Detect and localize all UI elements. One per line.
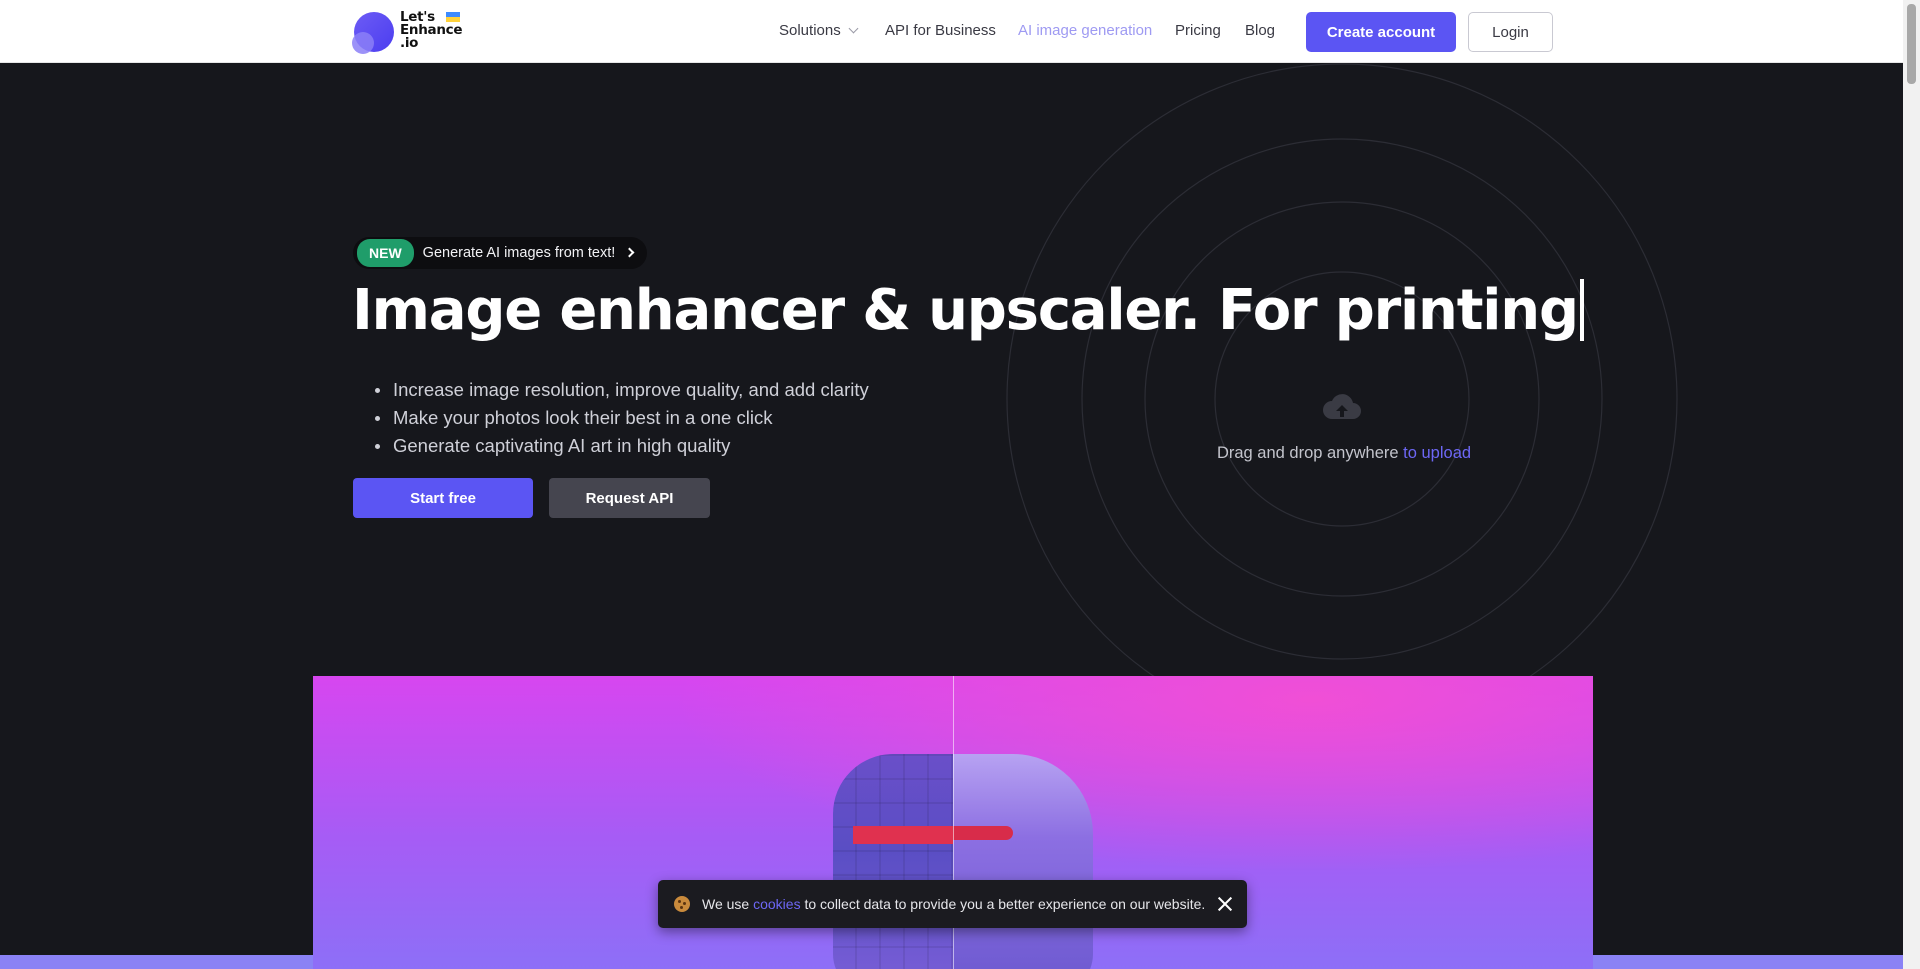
text-cursor [1579,279,1584,341]
new-label: NEW [357,239,414,267]
feature-item: Generate captivating AI art in high qual… [372,432,869,460]
nav-ai-image-generation[interactable]: AI image generation [1018,22,1152,39]
cookies-link[interactable]: cookies [753,896,800,912]
badge-text: Generate AI images from text! [422,245,616,261]
cloud-upload-icon[interactable] [1322,393,1362,421]
logo[interactable]: Let's Enhance .io [352,10,472,54]
pixelated-glasses [853,826,953,844]
start-free-button[interactable]: Start free [353,478,533,518]
drag-drop-upload-text[interactable]: Drag and drop anywhere to upload [1210,444,1478,463]
chevron-right-icon [624,247,635,258]
chevron-down-icon [848,23,859,34]
cookie-banner: We use cookies to collect data to provid… [658,880,1247,928]
scrollbar-thumb[interactable] [1907,4,1916,84]
request-api-button[interactable]: Request API [549,478,710,518]
create-account-button[interactable]: Create account [1306,12,1456,52]
cookie-icon [674,896,690,912]
ukraine-flag-icon [446,12,460,22]
nav-pricing[interactable]: Pricing [1175,22,1221,39]
enhanced-glasses [953,826,1013,840]
upload-link[interactable]: to upload [1403,444,1471,462]
nav-api-for-business[interactable]: API for Business [885,22,996,39]
login-button[interactable]: Login [1468,12,1553,52]
feature-list: Increase image resolution, improve quali… [372,376,869,460]
close-icon[interactable] [1217,896,1233,912]
nav-blog[interactable]: Blog [1245,22,1275,39]
pixelated-portrait [833,754,953,969]
page-scrollbar[interactable] [1903,0,1920,969]
nav-solutions[interactable]: Solutions [779,22,859,39]
feature-item: Increase image resolution, improve quali… [372,376,869,404]
enhanced-portrait [953,754,1093,969]
site-header: Let's Enhance .io Solutions API for Busi… [0,0,1903,63]
logo-mark-accent [352,32,374,54]
hero-title: Image enhancer & upscaler. For printing [352,278,1584,343]
cookie-text: We use cookies to collect data to provid… [702,896,1206,912]
feature-item: Make your photos look their best in a on… [372,404,869,432]
new-feature-badge[interactable]: NEW Generate AI images from text! [353,237,648,269]
